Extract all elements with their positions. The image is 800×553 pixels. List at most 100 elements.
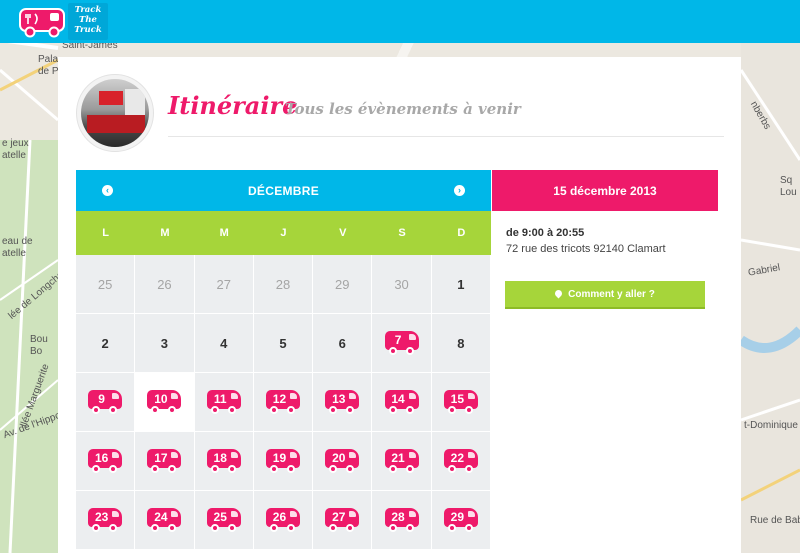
calendar-day-with-event[interactable]: 15: [431, 373, 491, 432]
calendar-day[interactable]: 1: [431, 255, 491, 314]
map-label: t-Dominique: [744, 420, 798, 431]
map-label: eau de: [2, 236, 33, 247]
food-truck-logo-icon: [19, 7, 65, 37]
map-label: Lou: [780, 187, 797, 198]
day-number: 18: [213, 451, 227, 465]
day-number: 26: [272, 510, 287, 524]
food-truck-icon: 11: [206, 390, 241, 414]
map-label: Pala: [38, 54, 59, 65]
food-truck-icon: 7: [384, 331, 419, 355]
logo-text-line: Track: [74, 5, 102, 15]
food-truck-icon: 18: [206, 449, 241, 473]
weekday-label: L: [102, 227, 109, 239]
day-number: 28: [275, 276, 291, 292]
top-bar: Track The Truck: [0, 0, 800, 43]
calendar-day-with-event[interactable]: 20: [313, 432, 373, 491]
food-truck-icon: 19: [265, 449, 300, 473]
calendar-day-with-event[interactable]: 23: [76, 491, 136, 550]
calendar-day[interactable]: 25: [76, 255, 136, 314]
calendar-day-with-event[interactable]: 27: [313, 491, 373, 550]
day-number: 7: [394, 333, 402, 347]
day-number: 24: [154, 510, 168, 524]
chevron-left-icon[interactable]: ‹: [102, 185, 113, 196]
day-number: 10: [154, 392, 168, 406]
food-truck-icon: 9: [88, 390, 123, 414]
logo-wordmark: Track The Truck: [68, 3, 108, 40]
calendar-day-with-event[interactable]: 18: [194, 432, 254, 491]
day-number: 21: [391, 451, 405, 465]
food-truck-icon: 14: [384, 390, 419, 414]
itinerary-card: Itinéraire Tous les évènements à venir ‹…: [58, 57, 741, 553]
calendar-month: DÉCEMBRE: [247, 183, 320, 198]
food-truck-icon: 17: [147, 449, 182, 473]
calendar-day-with-event[interactable]: 22: [431, 432, 491, 491]
app-logo[interactable]: Track The Truck: [18, 3, 110, 40]
day-number: 13: [332, 392, 346, 406]
food-truck-icon: 20: [325, 449, 360, 473]
day-number: 29: [450, 510, 465, 524]
calendar-day[interactable]: 5: [253, 314, 314, 373]
calendar-day-with-event[interactable]: 17: [135, 432, 195, 491]
chevron-right-icon[interactable]: ›: [453, 185, 465, 196]
calendar-day[interactable]: 27: [194, 255, 254, 314]
food-truck-icon: 21: [384, 449, 419, 473]
calendar-day[interactable]: 6: [313, 314, 373, 373]
calendar-day-with-event[interactable]: 10: [135, 373, 195, 432]
calendar-day[interactable]: 26: [135, 255, 195, 314]
calendar-day-with-event[interactable]: 29: [431, 491, 491, 550]
food-truck-icon: 27: [325, 508, 360, 532]
map-label: Rue de Babyl: [750, 515, 800, 526]
calendar-day[interactable]: 30: [372, 255, 432, 314]
divider: [168, 136, 724, 137]
weekday-label: V: [339, 227, 347, 239]
calendar-day-with-event[interactable]: 16: [76, 432, 136, 491]
day-number: 27: [216, 276, 231, 292]
calendar-day-with-event[interactable]: 9: [76, 373, 136, 432]
weekday-row: LMMJVSD: [76, 211, 491, 255]
calendar-day[interactable]: 28: [253, 255, 314, 314]
calendar-day[interactable]: 3: [135, 314, 195, 373]
calendar-day-with-event[interactable]: 28: [372, 491, 432, 550]
day-number: 14: [391, 392, 405, 406]
event-time: de 9:00 à 20:55: [506, 227, 585, 239]
day-number: 6: [338, 335, 346, 351]
day-number: 26: [157, 276, 172, 292]
day-number: 29: [335, 276, 350, 292]
map-label: Sq: [780, 175, 793, 186]
weekday-label: M: [219, 227, 229, 239]
calendar-day[interactable]: 2: [76, 314, 136, 373]
calendar-day-with-event[interactable]: 24: [135, 491, 195, 550]
calendar-day[interactable]: 4: [194, 314, 254, 373]
calendar-day[interactable]: 8: [431, 314, 491, 373]
calendar-day-with-event[interactable]: 25: [194, 491, 254, 550]
calendar-day-with-event[interactable]: 11: [194, 373, 254, 432]
event-address: 72 rue des tricots 92140 Clamart: [506, 243, 666, 255]
food-truck-icon: 29: [443, 508, 478, 532]
calendar-day-with-event[interactable]: 19: [253, 432, 314, 491]
truck-avatar: [76, 74, 154, 152]
calendar-day-with-event[interactable]: 13: [313, 373, 373, 432]
event-panel: 15 décembre 2013 de 9:00 à 20:55 72 rue …: [492, 170, 718, 309]
food-truck-icon: 10: [147, 390, 182, 414]
directions-button[interactable]: Comment y aller ?: [505, 281, 705, 309]
logo-text-line: Truck: [74, 25, 102, 35]
day-number: 22: [450, 451, 465, 465]
food-truck-icon: 15: [443, 390, 478, 414]
calendar-day-with-event[interactable]: 21: [372, 432, 432, 491]
day-number: 8: [457, 335, 465, 351]
event-date: 15 décembre 2013: [492, 170, 718, 211]
calendar-day-with-event[interactable]: 26: [253, 491, 314, 550]
calendar-header: ‹ DÉCEMBRE ›: [76, 170, 491, 211]
day-number: 2: [101, 335, 109, 351]
calendar-day[interactable]: 29: [313, 255, 373, 314]
day-number: 23: [94, 510, 109, 524]
calendar-day-with-event[interactable]: 12: [253, 373, 314, 432]
calendar: ‹ DÉCEMBRE › LMMJVSD 25 26 27 28 29 30 1 2 3 4 5 6 7…: [76, 170, 491, 550]
calendar-day-with-event[interactable]: 14: [372, 373, 432, 432]
food-truck-icon: 12: [265, 390, 300, 414]
day-number: 27: [332, 510, 346, 524]
calendar-day-with-event[interactable]: 7: [372, 314, 432, 373]
day-number: 25: [97, 276, 113, 292]
food-truck-icon: 24: [147, 508, 182, 532]
map-label: Bou: [30, 334, 48, 345]
